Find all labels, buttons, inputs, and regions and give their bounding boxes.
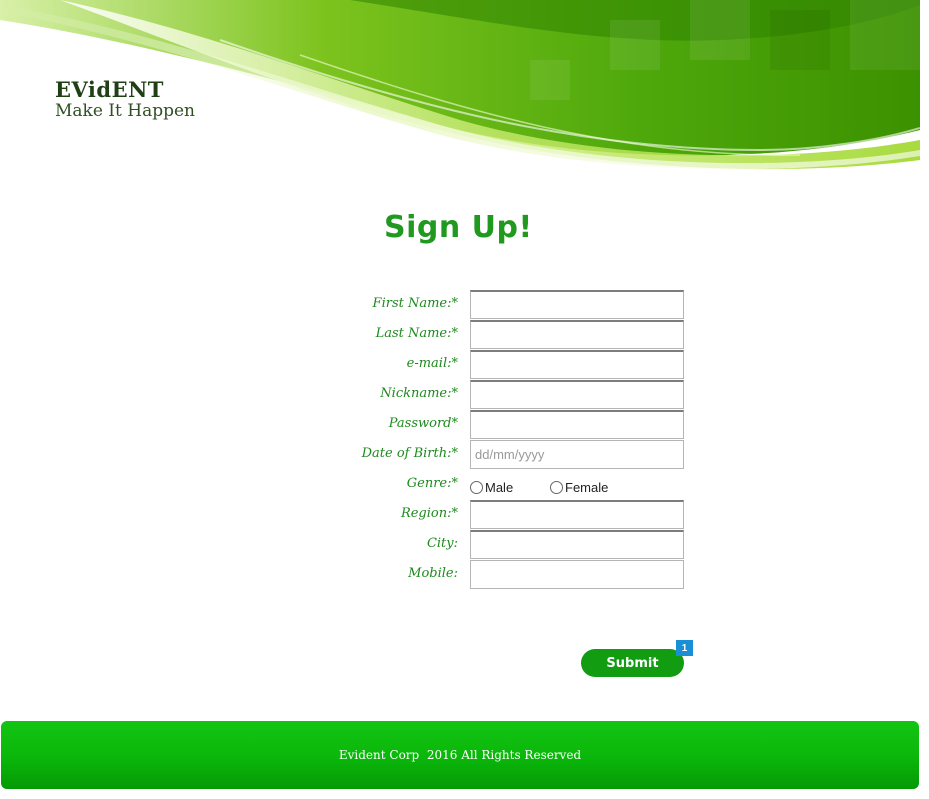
radio-circle-icon[interactable] xyxy=(550,481,563,494)
last-name-input[interactable] xyxy=(470,320,684,349)
mobile-label: Mobile: xyxy=(408,566,458,581)
last-name-label: Last Name:* xyxy=(375,326,458,341)
password-label: Password* xyxy=(388,416,458,431)
password-row: Password* xyxy=(300,410,690,440)
genre-female-radio[interactable]: Female xyxy=(550,480,608,495)
region-row: Region:* xyxy=(300,500,690,530)
signup-page: EVidENT Make It Happen Sign Up! First Na… xyxy=(0,0,929,799)
email-row: e-mail:* xyxy=(300,350,690,380)
genre-female-label: Female xyxy=(565,480,609,495)
first-name-input[interactable] xyxy=(470,290,684,319)
logo-tagline: Make It Happen xyxy=(55,101,195,121)
mobile-row: Mobile: xyxy=(300,560,690,590)
password-input[interactable] xyxy=(470,410,684,439)
nickname-row: Nickname:* xyxy=(300,380,690,410)
page-title: Sign Up! xyxy=(384,210,533,245)
last-name-row: Last Name:* xyxy=(300,320,690,350)
city-input[interactable] xyxy=(470,530,684,559)
genre-label: Genre:* xyxy=(406,476,458,491)
date-of-birth-label: Date of Birth:* xyxy=(361,446,458,461)
date-of-birth-row: Date of Birth:* xyxy=(300,440,690,470)
footer-copyright: Evident Corp 2016 All Rights Reserved xyxy=(338,748,582,762)
notification-badge: 1 xyxy=(676,640,693,656)
email-label: e-mail:* xyxy=(406,356,458,371)
date-of-birth-input[interactable] xyxy=(470,440,684,469)
genre-row: Genre:* Male Female xyxy=(300,470,690,500)
region-input[interactable] xyxy=(470,500,684,529)
radio-circle-icon[interactable] xyxy=(470,481,483,494)
email-input[interactable] xyxy=(470,350,684,379)
brand-logo[interactable]: EVidENT Make It Happen xyxy=(55,77,195,122)
mobile-input[interactable] xyxy=(470,560,684,589)
city-label: City: xyxy=(426,536,458,551)
genre-male-radio[interactable]: Male xyxy=(470,480,513,495)
genre-male-label: Male xyxy=(485,480,514,495)
logo-name: EVidENT xyxy=(55,77,164,102)
first-name-label: First Name:* xyxy=(372,296,458,311)
city-row: City: xyxy=(300,530,690,560)
submit-button[interactable]: Submit xyxy=(581,649,684,677)
first-name-row: First Name:* xyxy=(300,290,690,320)
nickname-input[interactable] xyxy=(470,380,684,409)
nickname-label: Nickname:* xyxy=(380,386,458,401)
footer: Evident Corp 2016 All Rights Reserved xyxy=(1,721,919,789)
region-label: Region:* xyxy=(400,506,458,521)
